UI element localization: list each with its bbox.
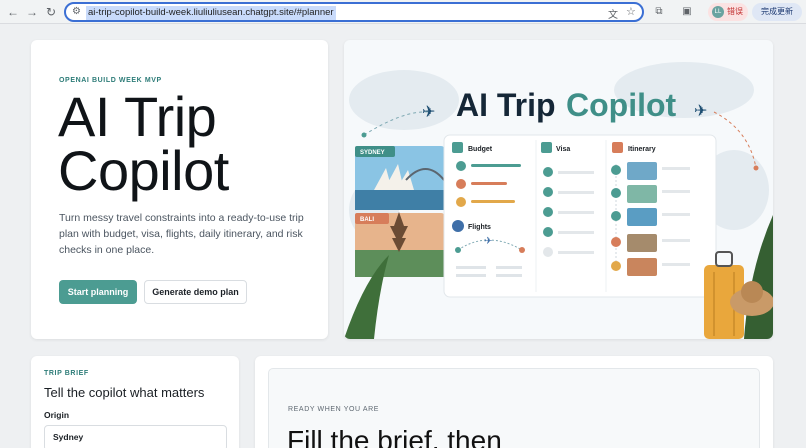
flights-icon: [452, 220, 464, 232]
palm-leaf-right: [744, 215, 773, 339]
profile-error-chip[interactable]: LL 错误: [708, 3, 748, 21]
plane-icon: ✈: [694, 103, 707, 120]
forward-icon[interactable]: →: [24, 4, 40, 20]
hero-eyebrow: OPENAI BUILD WEEK MVP: [59, 77, 162, 84]
budget-icon: [452, 142, 463, 153]
illustration-title-accent: Copilot: [566, 87, 677, 123]
flights-heading: Flights: [468, 224, 491, 231]
bali-photo: BALI: [355, 212, 445, 277]
trip-brief-eyebrow: TRIP BRIEF: [44, 370, 89, 377]
ready-title: Fill the brief, then: [287, 425, 502, 448]
back-icon[interactable]: ←: [5, 4, 21, 20]
generate-demo-plan-button[interactable]: Generate demo plan: [144, 280, 247, 304]
route-dot: [361, 132, 367, 138]
avatar: LL: [712, 6, 724, 18]
hero-card: OPENAI BUILD WEEK MVP AI Trip Copilot Tu…: [31, 40, 328, 339]
url-text[interactable]: ai-trip-copilot-build-week.liuliuliusean…: [86, 6, 336, 20]
translate-icon[interactable]: 文: [608, 6, 618, 21]
hero-description: Turn messy travel constraints into a rea…: [59, 212, 304, 256]
plane-icon: ✈: [484, 236, 492, 247]
itinerary-icon: [612, 142, 623, 153]
finish-update-button[interactable]: 完成更新: [752, 3, 802, 21]
profile-error-label: 错误: [727, 7, 743, 16]
trip-brief-card: TRIP BRIEF Tell the copilot what matters…: [31, 356, 239, 448]
hero-illustration: ✈ ✈ AI Trip Copilot SYDNEY BALI Budget F…: [344, 40, 773, 339]
trip-brief-heading: Tell the copilot what matters: [44, 385, 205, 400]
visa-heading: Visa: [556, 146, 570, 153]
budget-heading: Budget: [468, 146, 493, 153]
reload-icon[interactable]: ↻: [43, 4, 59, 20]
sydney-label: SYDNEY: [360, 150, 385, 156]
sydney-photo: SYDNEY: [355, 146, 445, 210]
start-planning-button[interactable]: Start planning: [59, 280, 137, 304]
ready-eyebrow: READY WHEN YOU ARE: [288, 406, 380, 413]
trip-illustration-svg: ✈ ✈ AI Trip Copilot SYDNEY BALI Budget F…: [344, 62, 773, 339]
bali-label: BALI: [360, 217, 374, 223]
site-info-icon[interactable]: ⚙: [72, 6, 81, 17]
extensions-icon[interactable]: ⧉: [652, 5, 666, 19]
bookmark-star-icon[interactable]: ☆: [626, 5, 636, 18]
side-panel-icon[interactable]: ▣: [680, 5, 694, 19]
illustration-title-main: AI Trip: [456, 87, 556, 123]
route-dot: [753, 165, 759, 171]
plan-dashboard: Budget Flights ✈ Visa Itinerary: [443, 134, 717, 298]
visa-icon: [541, 142, 552, 153]
plane-icon: ✈: [422, 104, 435, 121]
origin-label: Origin: [44, 410, 70, 420]
ready-card: READY WHEN YOU ARE Fill the brief, then: [255, 356, 773, 448]
page-title: AI Trip Copilot: [58, 85, 229, 202]
browser-toolbar: ← → ↻ ⚙ ai-trip-copilot-build-week.liuli…: [0, 0, 806, 24]
ready-panel: READY WHEN YOU ARE Fill the brief, then: [268, 368, 760, 448]
itinerary-heading: Itinerary: [628, 146, 656, 153]
address-bar[interactable]: ⚙ ai-trip-copilot-build-week.liuliuliuse…: [64, 2, 644, 22]
origin-input[interactable]: Sydney: [44, 425, 227, 448]
